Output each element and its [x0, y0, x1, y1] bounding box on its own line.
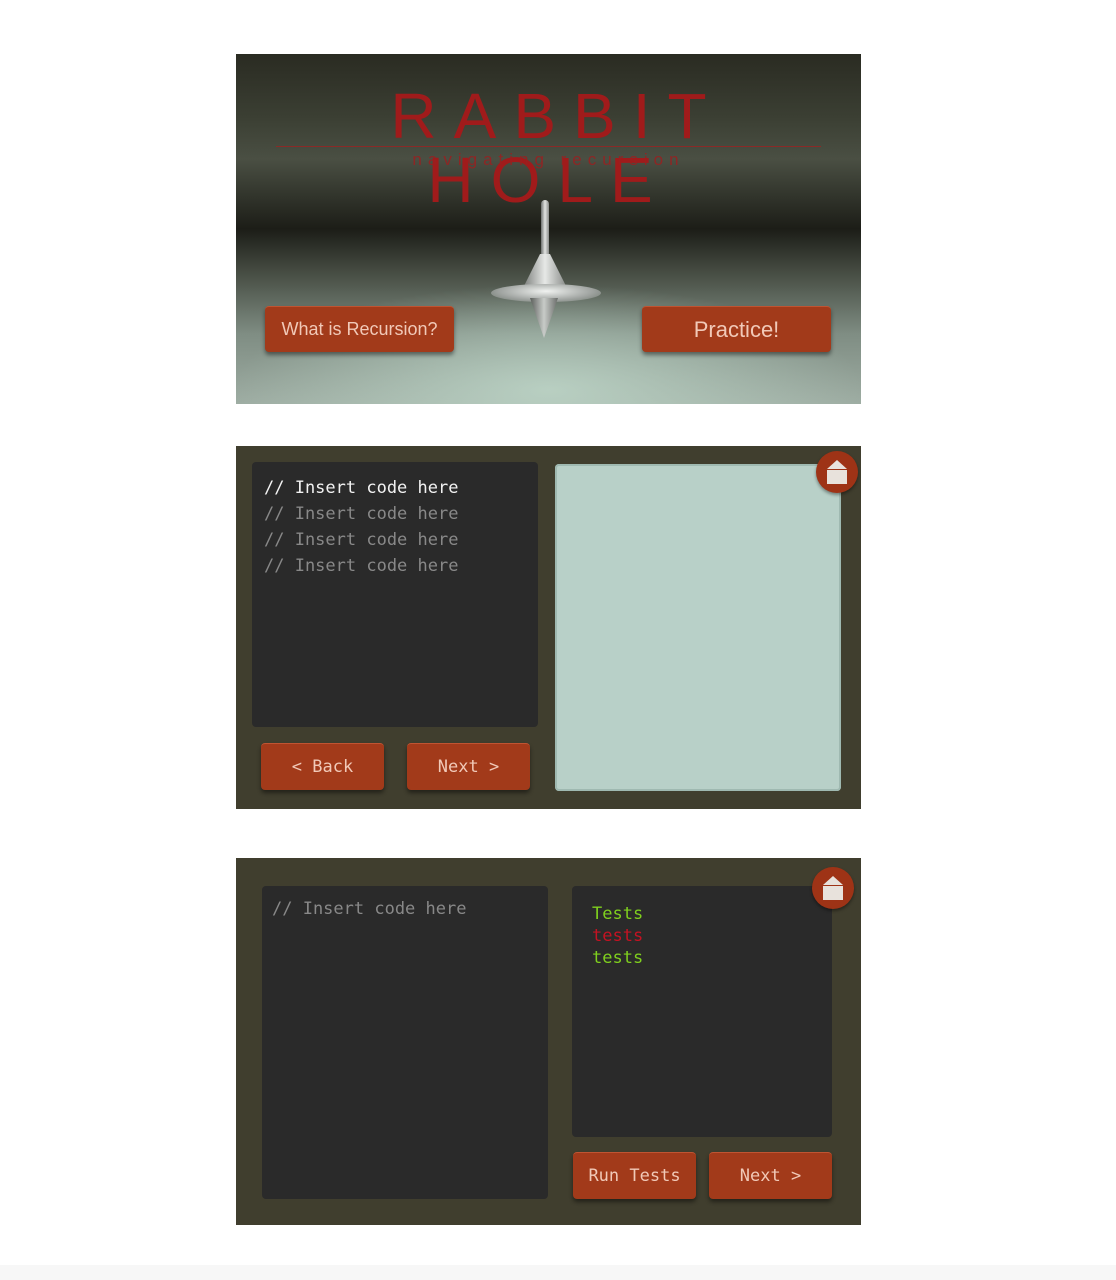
- code-line: // Insert code here: [264, 530, 459, 550]
- app-subtitle: navigating recursion: [412, 150, 685, 169]
- practice-button[interactable]: Practice!: [642, 306, 831, 352]
- app-title: RABBIT HOLE: [390, 80, 724, 216]
- test-result: tests: [592, 948, 644, 968]
- visualization-panel: [555, 464, 841, 791]
- home-icon: [827, 460, 847, 469]
- back-button[interactable]: < Back: [261, 743, 384, 790]
- code-placeholder: // Insert code here: [272, 899, 467, 919]
- code-line: // Insert code here: [264, 478, 459, 498]
- code-line: // Insert code here: [264, 556, 459, 576]
- run-tests-button[interactable]: Run Tests: [573, 1152, 696, 1199]
- home-icon: [823, 876, 843, 885]
- next-button[interactable]: Next >: [407, 743, 530, 790]
- test-results-panel: Tests tests tests: [572, 886, 832, 1137]
- page-footer-strip: [0, 1265, 1116, 1280]
- next-button[interactable]: Next >: [709, 1152, 832, 1199]
- title-divider: [276, 146, 821, 147]
- home-button[interactable]: [812, 867, 854, 909]
- home-button[interactable]: [816, 451, 858, 493]
- test-result: tests: [592, 926, 644, 946]
- code-editor[interactable]: // Insert code here // Insert code here …: [252, 462, 538, 727]
- code-editor[interactable]: // Insert code here: [262, 886, 548, 1199]
- code-line: // Insert code here: [264, 504, 459, 524]
- what-is-recursion-button[interactable]: What is Recursion?: [265, 306, 454, 352]
- test-result: Tests: [592, 904, 644, 924]
